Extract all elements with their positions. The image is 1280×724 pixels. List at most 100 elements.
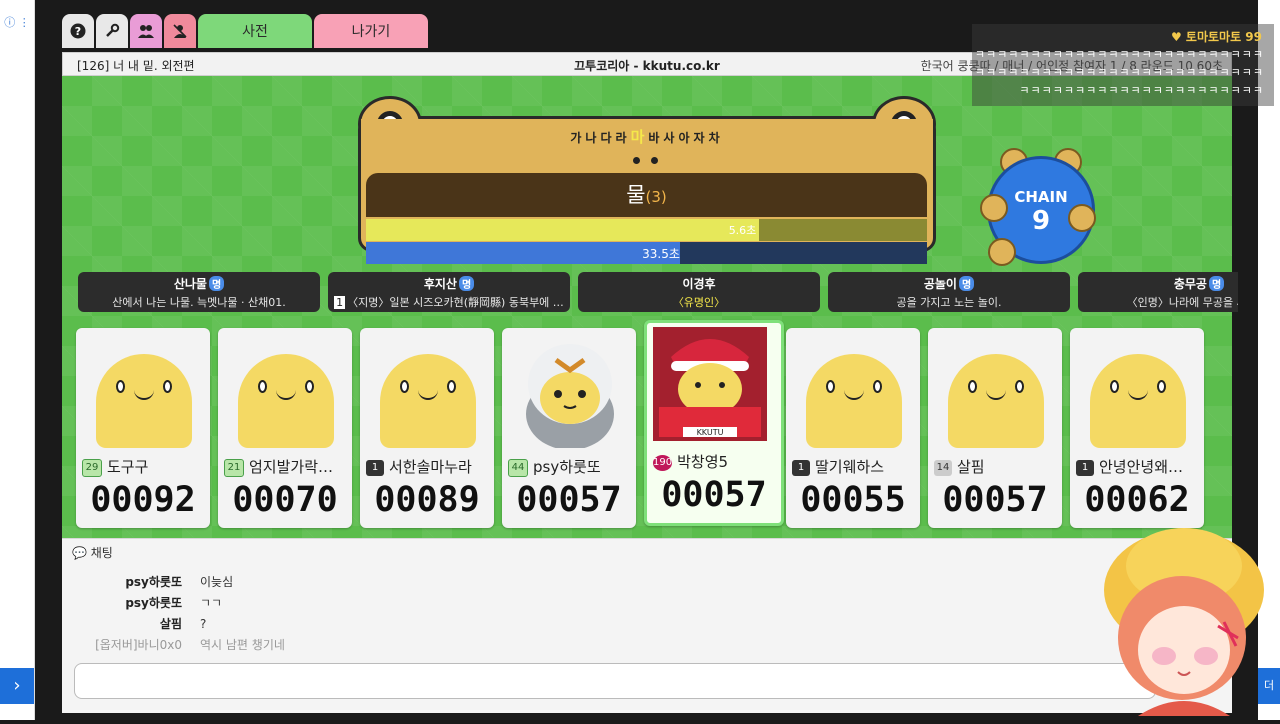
player-name-row: 29 도구구 xyxy=(82,456,206,477)
player-name-row: 14 살핌 xyxy=(934,456,1058,477)
round-timer-label: 33.5초 xyxy=(642,247,680,261)
hint-char: 나 xyxy=(585,131,601,145)
chat-text: ㄱㄱ xyxy=(200,596,223,610)
player-card[interactable]: 29 도구구 00092 xyxy=(76,328,210,528)
history-word: 충무공 xyxy=(1173,277,1207,291)
history-item: 충무공명 〈인명〉나라에 무공을 세워 … xyxy=(1078,272,1238,312)
hint-char: 다 xyxy=(600,131,616,145)
history-tag: 명 xyxy=(208,276,225,291)
player-name-row: 1 딸기웨하스 xyxy=(792,456,916,477)
player-score: 00055 xyxy=(800,480,906,520)
player-level-badge: 190 xyxy=(653,455,673,471)
hint-char: 마 xyxy=(630,128,649,146)
player-name-row: 190 박창영5 xyxy=(653,451,777,472)
player-name: 박창영5 xyxy=(677,453,729,471)
chat-text: 이늦심 xyxy=(200,575,234,589)
player-score: 00070 xyxy=(232,480,338,520)
history-tag: 명 xyxy=(458,276,475,291)
help-icon[interactable]: ? xyxy=(62,14,94,48)
player-card[interactable]: 1 딸기웨하스 00055 xyxy=(786,328,920,528)
player-score: 00057 xyxy=(661,475,767,515)
chat-title-label: 채팅 xyxy=(90,546,113,560)
hint-char: 라 xyxy=(615,131,631,145)
tab-exit[interactable]: 나가기 xyxy=(314,14,428,48)
player-level-badge: 21 xyxy=(224,459,244,477)
history-item: 후지산 명 1 〈지명〉일본 시즈오카현(靜岡縣) 동북부에 … xyxy=(328,272,570,312)
game-stage: 가나다라마바사아자차 물(3) 5.6초 33.5초 CHAIN 9 산나물 명… xyxy=(62,76,1238,544)
chat-panel: 💬 채팅 psy하룻또 이늦심 psy하룻또 ㄱㄱ 살핌? [옵저버]바니0x0 역시 남편… xyxy=(62,538,1232,713)
player-name: 도구구 xyxy=(107,458,149,476)
expand-panel-button[interactable]: › xyxy=(0,668,34,704)
player-avatar: KKUTU xyxy=(653,327,767,441)
player-score: 00057 xyxy=(516,480,622,520)
history-word: 이경후 xyxy=(682,277,716,291)
player-name-row: 1 서한솔마누라 xyxy=(366,456,490,477)
player-name: 서한솔마누라 xyxy=(389,458,472,476)
current-word-count: (3) xyxy=(645,188,667,206)
history-desc: 산에서 나는 나물. 늑멧나물 · 산채01. xyxy=(112,296,286,309)
donation-message: ㅋㅋㅋㅋㅋㅋㅋㅋㅋㅋㅋㅋㅋㅋㅋㅋㅋㅋㅋㅋㅋㅋㅋㅋㅋㅋㅋㅋㅋㅋㅋㅋㅋㅋㅋㅋㅋㅋㅋㅋ… xyxy=(974,48,1264,97)
hint-char: 가 xyxy=(570,131,586,145)
history-desc: 공을 가지고 노는 놀이. xyxy=(896,296,1002,309)
left-panel-icons[interactable]: ⓘ ⋮ xyxy=(0,14,34,30)
player-card[interactable]: 14 살핌 00057 xyxy=(928,328,1062,528)
history-desc: 〈지명〉일본 시즈오카현(靜岡縣) 동북부에 … xyxy=(347,296,564,309)
player-level-badge: 44 xyxy=(508,459,528,477)
chat-title: 💬 채팅 xyxy=(72,546,113,560)
chat-input[interactable] xyxy=(74,663,1156,699)
chat-text: ? xyxy=(200,617,207,631)
player-name-row: 1 안녕안녕왜… xyxy=(1076,456,1200,477)
player-card[interactable]: 1 안녕안녕왜… 00062 xyxy=(1070,328,1204,528)
users-icon[interactable] xyxy=(130,14,162,48)
car-plate-text: KKUTU xyxy=(697,428,724,437)
chat-author[interactable]: psy하룻또 xyxy=(82,594,182,611)
turn-timer-fill xyxy=(366,219,759,241)
player-card[interactable]: 1 서한솔마누라 00089 xyxy=(360,328,494,528)
history-word: 산나물 xyxy=(173,277,207,291)
history-item: 이경후 〈유명인〉 xyxy=(578,272,820,312)
wrench-icon[interactable] xyxy=(96,14,128,48)
player-name: 안녕안녕왜… xyxy=(1099,458,1184,476)
player-avatar xyxy=(516,340,624,450)
player-level-badge: 1 xyxy=(366,460,384,476)
chat-message: 살핌? xyxy=(82,615,206,632)
history-word: 후지산 xyxy=(423,277,457,291)
game-window: ? 사전 나가기 [126] 너 내 밑. 외전편 끄투코리아 - kkutu.… xyxy=(62,12,1238,713)
chain-label: CHAIN xyxy=(1014,188,1068,206)
chain-value: 9 xyxy=(1031,206,1051,236)
player-card[interactable]: KKUTU 190 박창영5 00057 xyxy=(644,320,784,526)
player-avatar xyxy=(1090,354,1186,448)
chat-message: psy하룻또 이늦심 xyxy=(82,573,233,590)
hint-char: 사 xyxy=(663,131,679,145)
chat-message: [옵저버]바니0x0 역시 남편 챙기네 xyxy=(82,636,285,653)
hint-char: 차 xyxy=(708,131,724,145)
user-block-icon[interactable] xyxy=(164,14,196,48)
top-tabs: ? 사전 나가기 xyxy=(62,14,428,50)
player-card[interactable]: 21 엄지발가락… 00070 xyxy=(218,328,352,528)
chat-author[interactable]: psy하룻또 xyxy=(82,573,182,590)
chat-author[interactable]: [옵저버]바니0x0 xyxy=(82,636,182,653)
history-word: 공놀이 xyxy=(923,277,957,291)
player-score: 00057 xyxy=(942,480,1048,520)
player-score: 00092 xyxy=(90,480,196,520)
hint-char: 바 xyxy=(648,131,664,145)
hint-char: 아 xyxy=(678,131,694,145)
player-avatar xyxy=(238,354,334,448)
word-history: 산나물 명 산에서 나는 나물. 늑멧나물 · 산채01. 후지산 명 1 〈지명〉일본 시… xyxy=(78,272,1238,314)
donor-name: ♥ 토마토마토 99 xyxy=(1170,30,1262,44)
player-name: psy하룻또 xyxy=(533,458,601,476)
chat-author[interactable]: 살핌 xyxy=(82,615,182,632)
board-dots xyxy=(633,157,663,165)
tab-dictionary[interactable]: 사전 xyxy=(198,14,312,48)
left-browser-panel: ⓘ ⋮ › xyxy=(0,0,35,720)
history-tag: 명 xyxy=(958,276,975,291)
turn-timer-bar: 5.6초 xyxy=(366,219,927,241)
player-card[interactable]: 44 psy하룻또 00057 xyxy=(502,328,636,528)
svg-text:?: ? xyxy=(75,25,81,38)
player-level-badge: 1 xyxy=(792,460,810,476)
player-score: 00062 xyxy=(1084,480,1190,520)
turn-timer-label: 5.6초 xyxy=(728,224,757,237)
round-timer-fill xyxy=(366,242,681,264)
player-list: 29 도구구 00092 21 엄지발가락… 00070 1 서한솔마누라 00089 44 psy… xyxy=(76,320,1216,532)
donation-overlay: ♥ 토마토마토 99 ㅋㅋㅋㅋㅋㅋㅋㅋㅋㅋㅋㅋㅋㅋㅋㅋㅋㅋㅋㅋㅋㅋㅋㅋㅋㅋㅋㅋㅋ… xyxy=(972,24,1274,106)
